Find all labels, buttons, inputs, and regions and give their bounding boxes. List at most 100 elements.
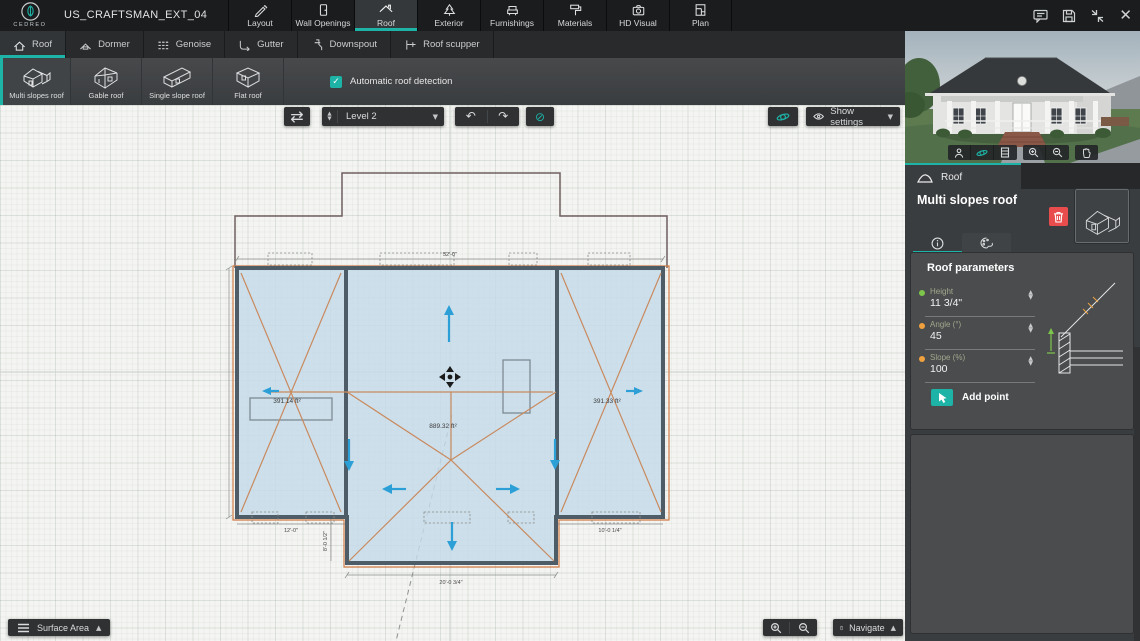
surface-area-button[interactable]: Surface Area ▲ <box>8 619 111 636</box>
collapse-panel-button[interactable] <box>1090 9 1105 23</box>
dim-top: 52'-0" <box>443 252 457 258</box>
add-point-button[interactable]: Add point <box>931 389 1009 406</box>
mouse-icon <box>840 625 843 630</box>
hand-icon <box>1083 148 1091 158</box>
erase-circle-icon: ⊘ <box>534 109 546 124</box>
level-stepper[interactable]: ▲ ▼ <box>322 110 338 123</box>
chevron-down-icon: ▼ <box>887 112 893 121</box>
subtab-info[interactable] <box>913 233 962 253</box>
zoom-out-icon <box>798 622 809 633</box>
slope-status-dot <box>919 356 925 362</box>
panel-scrollbar[interactable] <box>1134 347 1140 641</box>
floor-plan-canvas[interactable]: 52'-0" 12'-0" 10'-0 1/4" 20'-0 3/4" 8'-0… <box>0 105 905 641</box>
palette-icon <box>980 237 993 249</box>
close-icon[interactable]: ✕ <box>1119 8 1132 23</box>
tab-layout[interactable]: Layout <box>228 0 291 31</box>
height-field[interactable]: Height 11 3/4" ▲ ▼ <box>919 287 1035 317</box>
slope-field[interactable]: Slope (%) 100 ▲ ▼ <box>919 353 1035 383</box>
dim-ext-bottom: 20'-0 3/4" <box>439 580 462 586</box>
surface-area-label: Surface Area <box>37 622 90 633</box>
subtab-materials[interactable] <box>962 233 1011 253</box>
area-label-right: 391.33 ft² <box>593 398 621 405</box>
angle-stepper[interactable]: ▲ ▼ <box>1028 323 1033 334</box>
height-status-dot <box>919 290 925 296</box>
zoom-in-icon <box>1028 147 1039 158</box>
camera-icon <box>632 5 644 16</box>
angle-label: Angle (°) <box>930 320 962 329</box>
undo-button[interactable]: ↶ <box>455 107 487 126</box>
zoom-out-button[interactable] <box>790 622 817 634</box>
roof-type-multi-slopes[interactable]: Multi slopes roof <box>0 58 71 105</box>
walkthrough-view-button[interactable] <box>948 145 971 160</box>
height-stepper[interactable]: ▲ ▼ <box>1028 290 1033 301</box>
eye-icon <box>813 113 825 120</box>
roof-plan-drawing[interactable]: 52'-0" 12'-0" 10'-0 1/4" 20'-0 3/4" 8'-0… <box>0 105 905 641</box>
tab-wall-openings[interactable]: Wall Openings <box>291 0 354 31</box>
tab-hd-visual[interactable]: HD Visual <box>606 0 669 31</box>
tool-tab-dormer[interactable]: Dormer <box>66 31 144 58</box>
tool-tab-gutter[interactable]: Gutter <box>225 31 298 58</box>
level-selector[interactable]: ▲ ▼ Level 2 ▼ <box>322 107 444 126</box>
multi-slopes-roof-thumbnail-icon <box>1085 210 1120 235</box>
orbit-view-button[interactable] <box>971 145 994 160</box>
person-icon <box>954 147 963 158</box>
add-point-label: Add point <box>962 392 1009 403</box>
navigate-dropdown[interactable]: Navigate ▲ <box>833 619 903 636</box>
3d-preview-viewport[interactable] <box>905 31 1140 163</box>
pencil-icon <box>254 4 267 17</box>
panel-tab-roof[interactable]: Roof <box>905 163 1021 189</box>
roof-type-single-slope[interactable]: Single slope roof <box>142 58 213 105</box>
erase-roof-button[interactable]: ⊘ <box>526 107 554 126</box>
tool-tab-roof-scupper[interactable]: Roof scupper <box>391 31 494 58</box>
angle-field[interactable]: Angle (°) 45 ▲ ▼ <box>919 320 1035 350</box>
redo-button[interactable]: ↷ <box>487 107 519 126</box>
cedreo-logo[interactable]: CEDREO <box>8 2 52 28</box>
height-value[interactable]: 11 3/4" <box>930 297 962 309</box>
parameter-subtabs <box>913 233 1011 253</box>
roof-type-gable[interactable]: Gable roof <box>71 58 142 105</box>
tool-tab-roof[interactable]: Roof <box>0 31 67 58</box>
preview-zoom-out-button[interactable] <box>1046 145 1069 160</box>
show-settings-dropdown[interactable]: Show settings ▼ <box>806 106 900 128</box>
angle-value[interactable]: 45 <box>930 330 942 342</box>
tool-tab-downspout[interactable]: Downspout <box>298 31 392 58</box>
roof-icon <box>379 4 393 13</box>
save-button[interactable] <box>1062 9 1076 23</box>
tab-furnishings[interactable]: Furnishings <box>480 0 543 31</box>
level-switch-button[interactable]: ⇄ <box>284 107 310 126</box>
preview-zoom-in-button[interactable] <box>1023 145 1046 160</box>
zoom-in-button[interactable] <box>763 621 790 634</box>
delete-roof-button[interactable] <box>1049 207 1068 226</box>
zoom-in-icon <box>770 622 782 633</box>
tab-exterior[interactable]: Exterior <box>417 0 480 31</box>
main-navigation: Layout Wall Openings Roof Exterior Furni… <box>228 0 732 31</box>
document-plan-icon <box>695 4 706 16</box>
pan-view-button[interactable] <box>1075 145 1098 160</box>
multi-slopes-roof-icon <box>23 68 50 88</box>
tool-tab-genoise[interactable]: Genoise <box>144 31 226 58</box>
slope-stepper[interactable]: ▲ ▼ <box>1028 356 1033 367</box>
dim-bottom-left: 12'-0" <box>284 528 298 534</box>
cedreo-app-window: CEDREO US_CRAFTSMAN_EXT_04 Layout Wall O… <box>0 0 1140 641</box>
roof-type-thumbnail[interactable] <box>1074 188 1130 244</box>
save-icon <box>1063 9 1076 22</box>
undo-redo-group: ↶ ↷ <box>455 107 519 126</box>
floor-view-button[interactable] <box>994 145 1017 160</box>
zoom-out-icon <box>1052 147 1062 158</box>
trash-icon <box>1054 211 1063 223</box>
chevron-down-icon: ▼ <box>432 112 438 121</box>
roof-section-diagram <box>1047 282 1123 374</box>
feedback-button[interactable] <box>1033 9 1049 23</box>
roof-properties-panel: Roof Multi slopes roof Roof parameters H… <box>905 31 1140 641</box>
automatic-roof-detection-toggle[interactable]: ✓ Automatic roof detection <box>330 58 452 105</box>
dim-bottom-right: 10'-0 1/4" <box>598 528 621 534</box>
checkbox-checked-icon[interactable]: ✓ <box>330 75 342 88</box>
slope-value[interactable]: 100 <box>930 363 948 375</box>
camera-orbit-button[interactable] <box>768 107 798 126</box>
gable-roof-icon <box>94 67 118 89</box>
tab-plan[interactable]: Plan <box>669 0 732 31</box>
tab-materials[interactable]: Materials <box>543 0 606 31</box>
tab-roof[interactable]: Roof <box>354 0 417 31</box>
genoise-icon <box>158 41 169 49</box>
roof-type-flat[interactable]: Flat roof <box>213 58 284 105</box>
